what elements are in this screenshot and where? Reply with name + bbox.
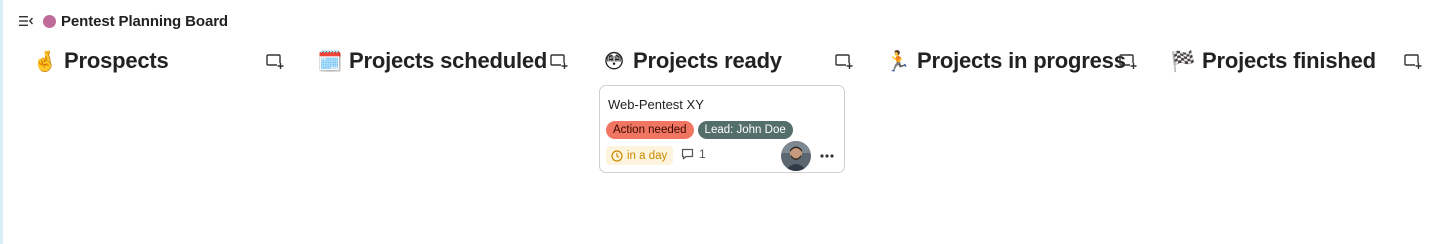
stack-projects-ready: 😳 Projects ready (601, 44, 859, 78)
stack-projects-in-progress: 🏃 Projects in progress (885, 44, 1143, 78)
more-options-icon[interactable] (818, 148, 836, 164)
add-card-icon[interactable] (265, 52, 285, 70)
crossed-fingers-icon: 🤞 (32, 49, 58, 73)
stack-header: 🏃 Projects in progress (885, 44, 1143, 78)
board-header: Pentest Planning Board (18, 11, 228, 31)
stack-header: 😳 Projects ready (601, 44, 859, 78)
collapse-menu-icon[interactable] (18, 13, 34, 29)
add-card-icon[interactable] (1403, 52, 1423, 70)
stack-header: 🗓️ Projects scheduled (317, 44, 575, 78)
running-person-icon: 🏃 (885, 49, 911, 73)
add-card-icon[interactable] (1118, 52, 1138, 70)
checkered-flag-icon: 🏁 (1170, 49, 1196, 73)
stack-projects-scheduled: 🗓️ Projects scheduled (317, 44, 575, 78)
flushed-face-icon: 😳 (603, 49, 625, 73)
label-action-needed[interactable]: Action needed (606, 121, 694, 139)
add-card-icon[interactable] (834, 52, 854, 70)
label-lead[interactable]: Lead: John Doe (697, 121, 793, 139)
add-card-icon[interactable] (549, 52, 569, 70)
card-title: Web-Pentest XY (608, 97, 704, 112)
board-title: Pentest Planning Board (61, 12, 228, 30)
avatar[interactable] (781, 141, 811, 171)
due-date-badge[interactable]: in a day (606, 146, 674, 165)
card[interactable]: Web-Pentest XY Action needed Lead: John … (599, 85, 845, 173)
stack-title: Projects ready (633, 48, 782, 73)
stack-header: 🏁 Projects finished (1170, 44, 1428, 78)
card-labels: Action needed Lead: John Doe (606, 121, 793, 139)
stack-projects-finished: 🏁 Projects finished (1170, 44, 1428, 78)
due-date-text: in a day (627, 149, 668, 162)
comment-icon (681, 148, 699, 160)
clock-icon (611, 149, 627, 162)
stack-title: Projects in progress (917, 48, 1126, 73)
stack-title: Projects scheduled (349, 48, 548, 73)
comments-count: 1 (699, 147, 706, 161)
stack-header: 🤞 Prospects (32, 44, 290, 78)
deck-board-page: Pentest Planning Board 🤞 Prospects 🗓️ Pr… (0, 0, 1454, 244)
board-color-dot (43, 14, 56, 28)
stack-title: Projects finished (1202, 48, 1376, 73)
comments-indicator[interactable]: 1 (681, 147, 706, 161)
calendar-icon: 🗓️ (317, 49, 343, 73)
stack-prospects: 🤞 Prospects (32, 44, 290, 78)
stack-title: Prospects (64, 48, 169, 73)
